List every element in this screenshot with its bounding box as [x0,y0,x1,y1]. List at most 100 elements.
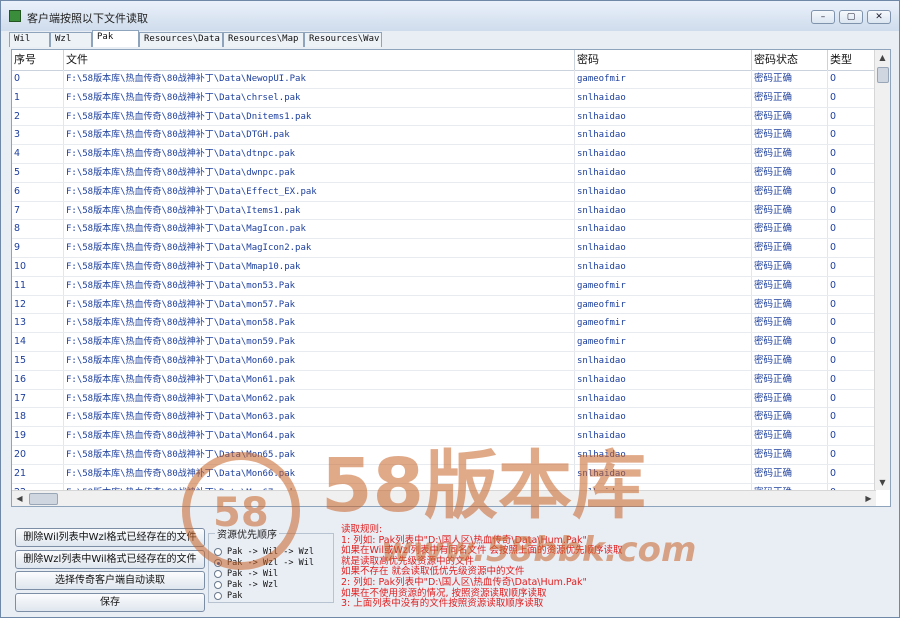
radio-icon[interactable] [214,548,222,556]
cell-index: 8 [12,220,64,239]
table-row[interactable]: 1 F:\58版本库\热血传奇\80战神补丁\Data\chrsel.pak snl… [12,88,876,108]
cell-password-status: 密码正确 [752,389,828,408]
scroll-left-icon[interactable]: ◀ [12,491,27,506]
radio-icon[interactable] [214,592,222,600]
cell-index: 1 [12,88,64,107]
table-row[interactable]: 7 F:\58版本库\热血传奇\80战神补丁\Data\Items1.pak snl… [12,201,876,221]
horizontal-scroll-thumb[interactable] [29,493,58,505]
tab-resources-wav[interactable]: Resources\Wav [304,32,382,47]
radio-checked-icon[interactable] [214,559,222,567]
cell-type: 0 [828,201,876,220]
table-row[interactable]: 2 F:\58版本库\热血传奇\80战神补丁\Data\Dnitems1.pak s… [12,107,876,127]
cell-password: snlhaidao [575,427,752,446]
app-icon [9,10,21,22]
delete-wil-duplicates-button[interactable]: 删除Wil列表中Wzl格式已经存在的文件 [15,528,205,547]
delete-wzl-duplicates-button[interactable]: 删除Wzl列表中Wil格式已经存在的文件 [15,550,205,569]
scroll-right-icon[interactable]: ▶ [861,491,876,506]
cell-password-status: 密码正确 [752,333,828,352]
table-row[interactable]: 4 F:\58版本库\热血传奇\80战神补丁\Data\dtnpc.pak snlh… [12,145,876,164]
rules-line: 3: 上面列表中没有的文件按照资源读取顺序读取 [341,598,544,610]
table-row[interactable]: 6 F:\58版本库\热血传奇\80战神补丁\Data\Effect_EX.pak… [12,182,876,202]
cell-file: F:\58版本库\热血传奇\80战神补丁\Data\Mon61.pak [64,370,575,389]
cell-type: 0 [828,276,876,295]
table-row[interactable]: 18 F:\58版本库\热血传奇\80战神补丁\Data\Mon63.pak snl… [12,408,876,428]
tab-wil[interactable]: Wil [9,32,50,47]
cell-type: 0 [828,220,876,239]
cell-type: 0 [828,126,876,145]
resource-priority-title: 资源优先顺序 [215,526,279,541]
cell-password: snlhaidao [575,163,752,182]
tab-pak[interactable]: Pak [92,30,139,47]
tab-resources-data[interactable]: Resources\Data [139,32,223,47]
cell-index: 21 [12,464,64,483]
cell-index: 6 [12,182,64,201]
priority-option-pak-wil[interactable]: Pak -> Wil [214,569,334,580]
column-header-type[interactable]: 类型 [828,50,876,70]
vertical-scroll-thumb[interactable] [877,67,889,83]
table-row[interactable]: 17 F:\58版本库\热血传奇\80战神补丁\Data\Mon62.pak snl… [12,389,876,409]
cell-file: F:\58版本库\热血传奇\80战神补丁\Data\Effect_EX.pak [64,182,575,201]
cell-file: F:\58版本库\热血传奇\80战神补丁\Data\Mon65.pak [64,445,575,464]
window-title: 客户端按照以下文件读取 [27,12,148,25]
priority-option-pak-wil-wzl[interactable]: Pak -> Wil -> Wzl [214,547,334,558]
cell-password-status: 密码正确 [752,88,828,107]
table-row[interactable]: 21 F:\58版本库\热血传奇\80战神补丁\Data\Mon66.pak snl… [12,464,876,484]
cell-type: 0 [828,70,876,88]
table-row[interactable]: 19 F:\58版本库\热血传奇\80战神补丁\Data\Mon64.pak snl… [12,427,876,446]
cell-file: F:\58版本库\热血传奇\80战神补丁\Data\NewopUI.Pak [64,70,575,88]
cell-file: F:\58版本库\热血传奇\80战神补丁\Data\mon57.Pak [64,295,575,314]
cell-type: 0 [828,295,876,314]
column-header-password[interactable]: 密码 [575,50,752,70]
auto-select-client-button[interactable]: 选择传奇客户端自动读取 [15,571,205,590]
table-row[interactable]: 0 F:\58版本库\热血传奇\80战神补丁\Data\NewopUI.Pak ga… [12,70,876,89]
table-row[interactable]: 13 F:\58版本库\热血传奇\80战神补丁\Data\mon58.Pak gam… [12,314,876,334]
priority-option-pak-wzl-wil[interactable]: Pak -> Wzl -> Wil [214,558,334,569]
minimize-button[interactable]: – [811,10,835,24]
maximize-button[interactable]: ▢ [839,10,863,24]
scroll-up-icon[interactable]: ▲ [875,50,890,65]
table-row[interactable]: 20 F:\58版本库\热血传奇\80战神补丁\Data\Mon65.pak snl… [12,445,876,465]
cell-index: 15 [12,351,64,370]
cell-password-status: 密码正确 [752,370,828,389]
cell-password-status: 密码正确 [752,276,828,295]
cell-password-status: 密码正确 [752,351,828,370]
radio-icon[interactable] [214,570,222,578]
file-table[interactable]: 序号 文件 密码 密码状态 类型 0 F:\58版本库\热血传奇\80战神补丁\D… [11,49,891,507]
cell-password: snlhaidao [575,220,752,239]
cell-file: F:\58版本库\热血传奇\80战神补丁\Data\Dnitems1.pak [64,107,575,126]
save-button[interactable]: 保存 [15,593,205,612]
cell-password-status: 密码正确 [752,257,828,276]
priority-option-pak[interactable]: Pak [214,591,334,602]
column-header-password-status[interactable]: 密码状态 [752,50,828,70]
cell-password-status: 密码正确 [752,107,828,126]
cell-file: F:\58版本库\热血传奇\80战神补丁\Data\chrsel.pak [64,88,575,107]
cell-password-status: 密码正确 [752,182,828,201]
priority-option-pak-wzl[interactable]: Pak -> Wzl [214,580,334,591]
main-window: 客户端按照以下文件读取 – ▢ ✕ Wil Wzl Pak Resources\… [0,0,900,618]
table-row[interactable]: 15 F:\58版本库\热血传奇\80战神补丁\Data\Mon60.pak snl… [12,351,876,371]
vertical-scrollbar[interactable]: ▲ ▼ [874,50,890,490]
table-row[interactable]: 5 F:\58版本库\热血传奇\80战神补丁\Data\dwnpc.pak snlh… [12,163,876,183]
table-row[interactable]: 8 F:\58版本库\热血传奇\80战神补丁\Data\MagIcon.pak sn… [12,220,876,240]
table-row[interactable]: 3 F:\58版本库\热血传奇\80战神补丁\Data\DTGH.pak snlha… [12,126,876,146]
close-button[interactable]: ✕ [867,10,891,24]
title-bar: 客户端按照以下文件读取 – ▢ ✕ [1,1,899,31]
table-row[interactable]: 16 F:\58版本库\热血传奇\80战神补丁\Data\Mon61.pak snl… [12,370,876,390]
horizontal-scrollbar[interactable]: ◀ ▶ [12,490,876,506]
tab-resources-map[interactable]: Resources\Map [223,32,304,47]
cell-file: F:\58版本库\热血传奇\80战神补丁\Data\mon53.Pak [64,276,575,295]
cell-file: F:\58版本库\热血传奇\80战神补丁\Data\MagIcon2.pak [64,239,575,258]
table-row[interactable]: 10 F:\58版本库\热血传奇\80战神补丁\Data\Mmap10.pak sn… [12,257,876,277]
table-row[interactable]: 11 F:\58版本库\热血传奇\80战神补丁\Data\mon53.Pak gam… [12,276,876,296]
column-header-index[interactable]: 序号 [12,50,64,70]
table-row[interactable]: 9 F:\58版本库\热血传奇\80战神补丁\Data\MagIcon2.pak s… [12,239,876,258]
cell-password: gameofmir [575,70,752,88]
scroll-down-icon[interactable]: ▼ [875,475,890,490]
column-header-file[interactable]: 文件 [64,50,575,70]
table-row[interactable]: 12 F:\58版本库\热血传奇\80战神补丁\Data\mon57.Pak gam… [12,295,876,315]
radio-icon[interactable] [214,581,222,589]
tab-wzl[interactable]: Wzl [50,32,92,47]
cell-password: snlhaidao [575,239,752,258]
cell-password-status: 密码正确 [752,427,828,446]
table-row[interactable]: 14 F:\58版本库\热血传奇\80战神补丁\Data\mon59.Pak gam… [12,333,876,352]
